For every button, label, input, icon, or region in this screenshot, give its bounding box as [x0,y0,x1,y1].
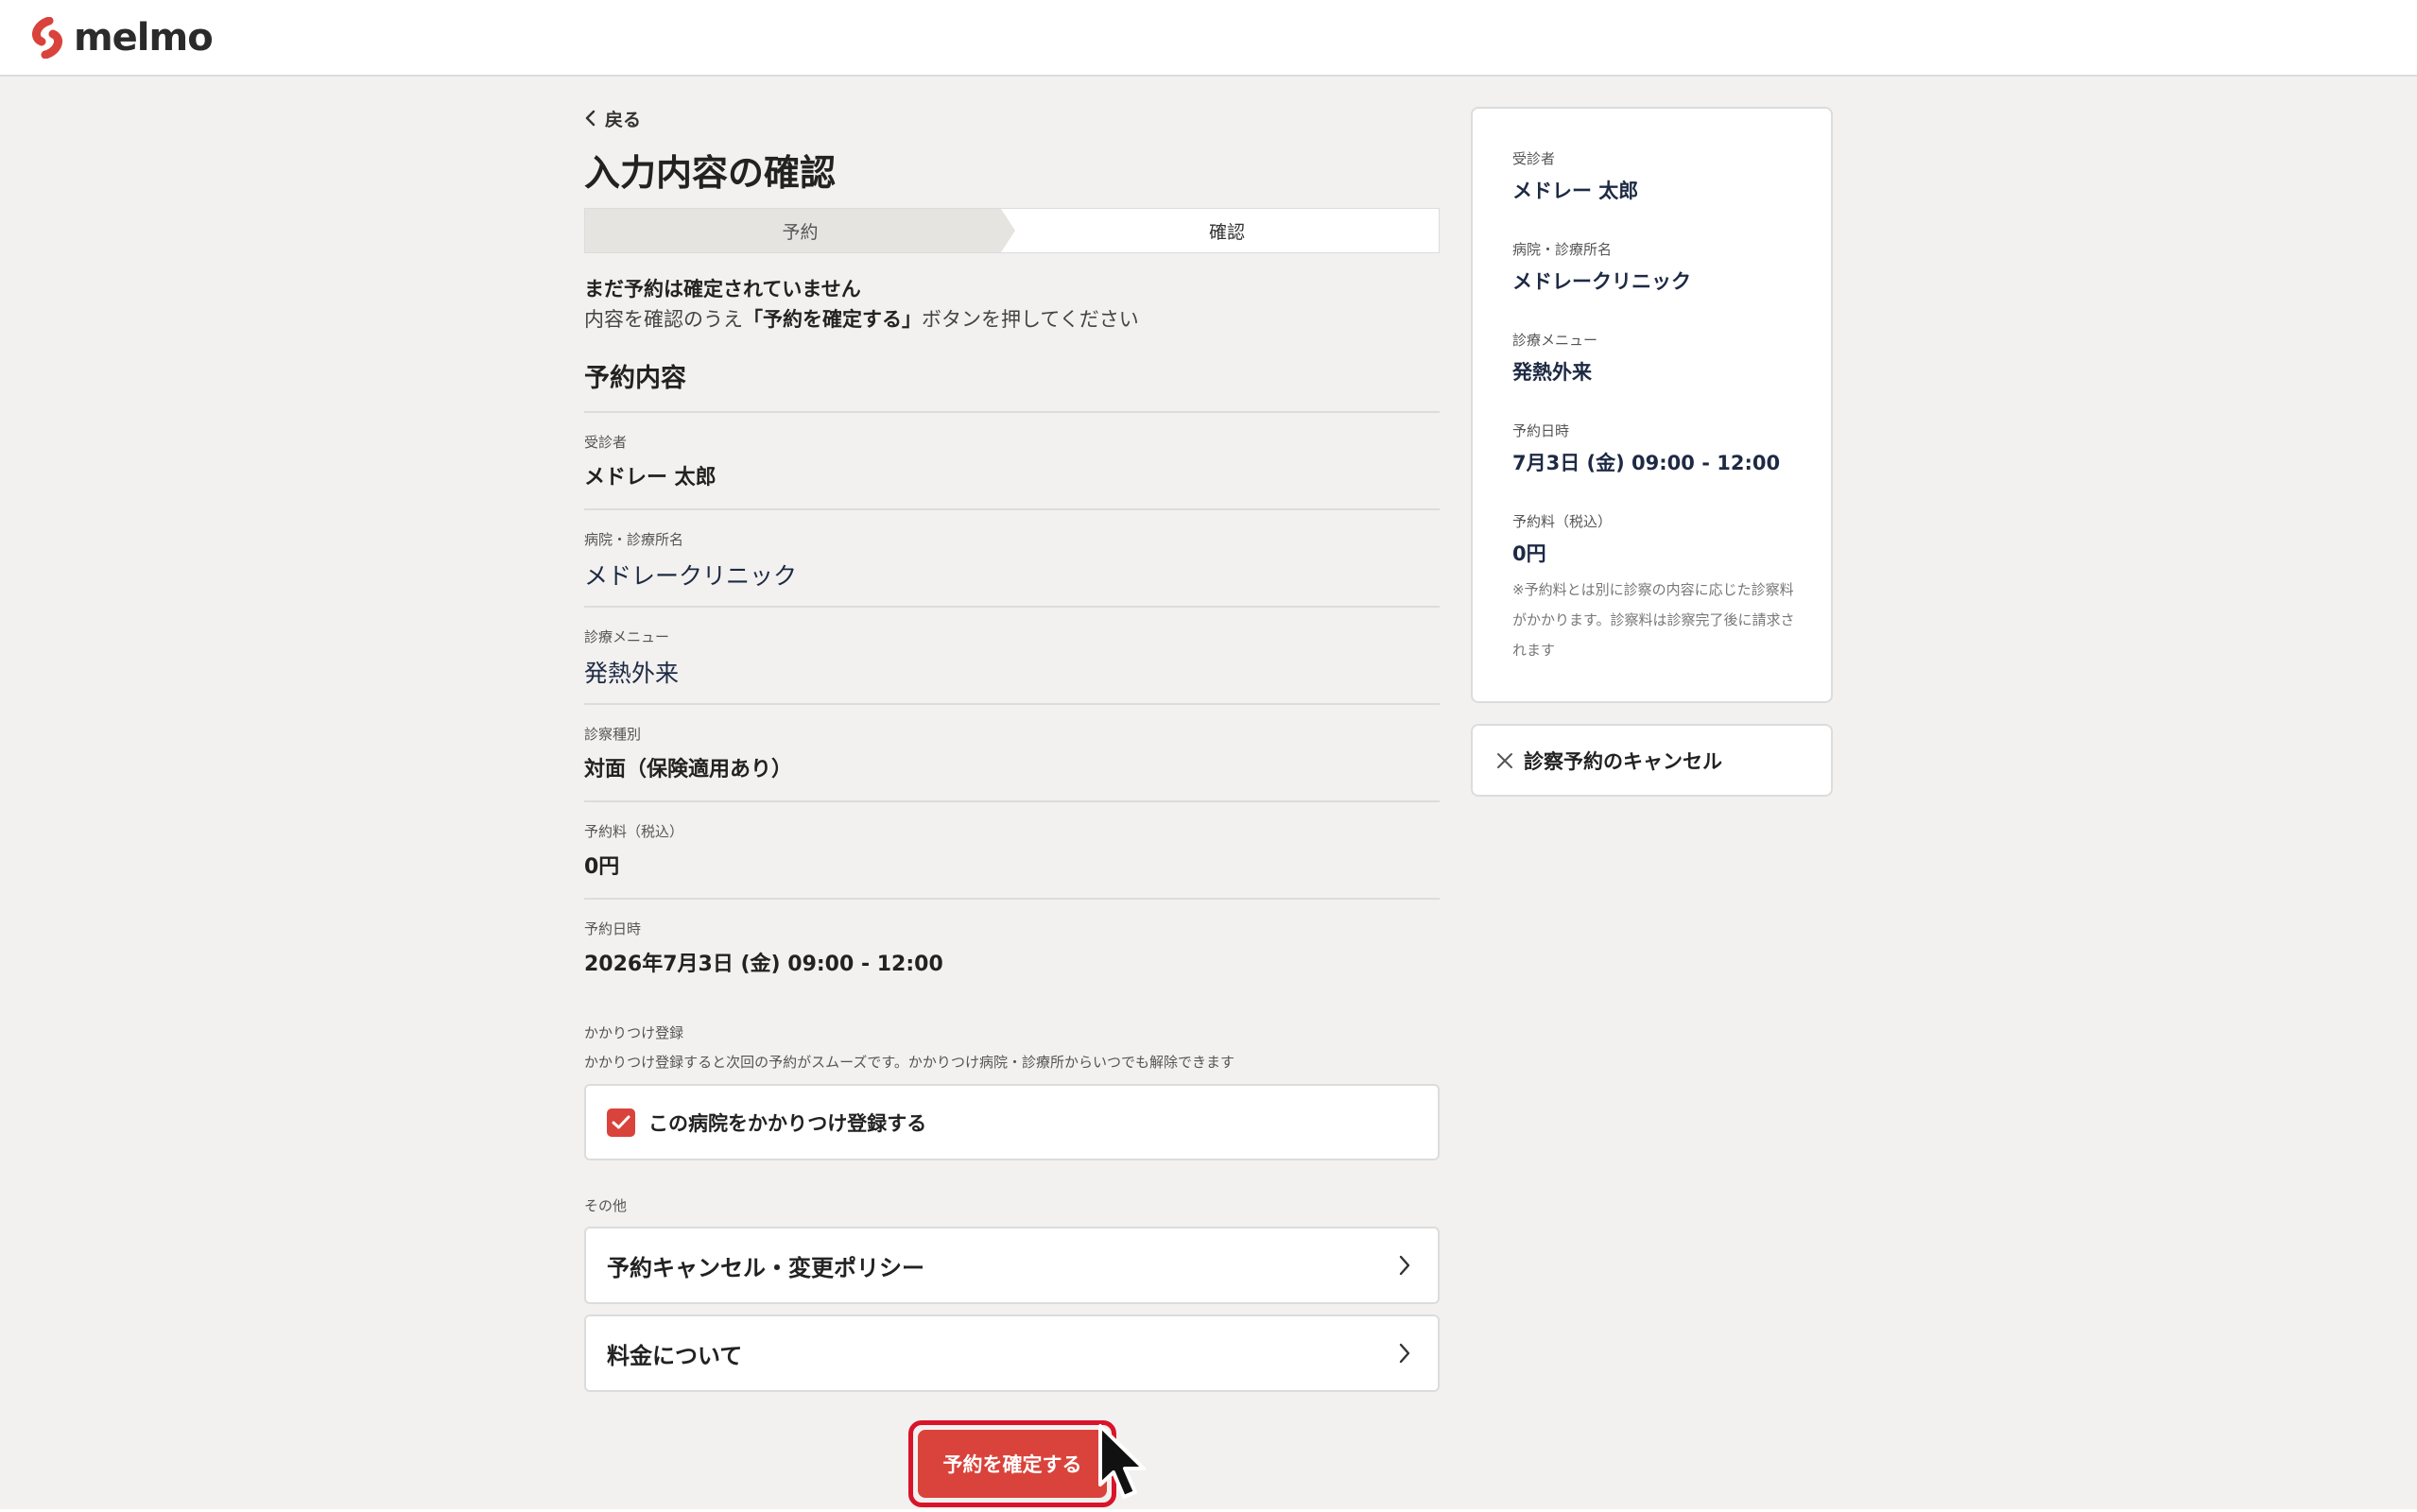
fee-note: ※予約料とは別に診察の内容に応じた診察料がかかります。診察料は診察完了後に請求さ… [1512,581,1795,659]
detail-value: 対面（保険適用あり） [584,758,793,782]
page-title: 入力内容の確認 [584,152,837,194]
notice-instruction: 内容を確認のうえ「予約を確定する」ボタンを押してください [584,308,1139,331]
app-header: melmo [0,0,2417,77]
summary-label: 予約日時 [1512,422,1570,439]
summary-item-menu: 診療メニュー 発熱外来 [1512,330,1597,386]
favorite-description: かかりつけ登録すると次回の予約がスムーズです。かかりつけ病院・診療所からいつでも… [584,1054,1235,1071]
favorite-label: かかりつけ登録 [584,1024,684,1041]
summary-label: 病院・診療所名 [1512,241,1613,258]
summary-label: 受診者 [1512,150,1556,167]
detail-value: 2026年7月3日 (金) 09:00 - 12:00 [584,953,943,976]
check-icon [612,1115,630,1128]
confirm-button-highlight: 予約を確定する [908,1420,1116,1507]
step-confirm: 確認 [1208,221,1245,243]
detail-value: メドレー 太郎 [584,466,716,490]
notice-title: まだ予約は確定されていません [584,278,861,301]
detail-label: 予約料（税込） [584,823,684,840]
summary-item-datetime: 予約日時 7月3日 (金) 09:00 - 12:00 [1512,421,1780,476]
detail-row-fee: 予約料（税込） 0円 [584,802,1440,900]
favorite-checkbox-label: この病院をかかりつけ登録する [648,1111,927,1135]
cancel-reservation-button[interactable]: 診察予約のキャンセル [1471,724,1833,797]
summary-item-fee: 予約料（税込） 0円 [1512,511,1612,567]
melmo-logo[interactable]: melmo [28,16,214,60]
summary-value: 発熱外来 [1512,361,1592,384]
summary-value: メドレークリニック [1512,270,1691,293]
link-label: 予約キャンセル・変更ポリシー [607,1254,924,1281]
summary-value: 0円 [1512,542,1546,565]
detail-label: 診察種別 [584,726,642,743]
summary-label: 診療メニュー [1512,332,1598,349]
detail-row-datetime: 予約日時 2026年7月3日 (金) 09:00 - 12:00 [584,900,1440,989]
detail-row-menu: 診療メニュー 発熱外来 [584,608,1440,705]
chevron-right-icon [1399,1343,1410,1364]
favorite-checkbox-row[interactable]: この病院をかかりつけ登録する [584,1084,1440,1160]
mouse-cursor-icon [1098,1424,1146,1499]
close-icon [1497,752,1512,768]
detail-value: 発熱外来 [584,660,680,687]
melmo-logo-icon [32,17,62,59]
detail-row-patient: 受診者 メドレー 太郎 [584,413,1440,510]
reservation-section-title: 予約内容 [584,364,686,393]
pricing-link[interactable]: 料金について [584,1314,1440,1392]
link-label: 料金について [607,1342,743,1369]
step-reservation: 予約 [585,209,1015,252]
progress-stepper: 予約 確認 [584,208,1440,253]
detail-row-clinic: 病院・診療所名 メドレークリニック [584,510,1440,608]
summary-label: 予約料（税込） [1512,513,1613,530]
summary-item-patient: 受診者 メドレー 太郎 [1512,148,1638,204]
chevron-left-icon [585,110,596,127]
detail-label: 予約日時 [584,920,642,937]
unconfirmed-notice: まだ予約は確定されていません 内容を確認のうえ「予約を確定する」ボタンを押してく… [584,274,1139,335]
reservation-details: 受診者 メドレー 太郎 病院・診療所名 メドレークリニック 診療メニュー 発熱外… [584,411,1440,989]
detail-value: 0円 [584,855,620,879]
logo-text: melmo [74,16,214,60]
cancel-policy-link[interactable]: 予約キャンセル・変更ポリシー [584,1227,1440,1304]
detail-row-type: 診察種別 対面（保険適用あり） [584,705,1440,802]
confirm-reservation-button[interactable]: 予約を確定する [918,1430,1107,1498]
summary-value: メドレー 太郎 [1512,180,1639,202]
chevron-right-icon [1399,1255,1410,1276]
cancel-reservation-label: 診察予約のキャンセル [1524,749,1722,773]
back-link[interactable]: 戻る [584,104,641,132]
favorite-checkbox[interactable] [607,1108,635,1137]
summary-item-clinic: 病院・診療所名 メドレークリニック [1512,239,1691,295]
detail-label: 診療メニュー [584,628,670,645]
detail-label: 受診者 [584,434,628,451]
back-label: 戻る [605,109,642,130]
detail-value: メドレークリニック [584,562,798,590]
summary-value: 7月3日 (金) 09:00 - 12:00 [1512,452,1781,474]
detail-label: 病院・診療所名 [584,531,684,548]
other-section-label: その他 [584,1197,628,1214]
summary-card: 受診者 メドレー 太郎 病院・診療所名 メドレークリニック 診療メニュー 発熱外… [1471,107,1833,703]
